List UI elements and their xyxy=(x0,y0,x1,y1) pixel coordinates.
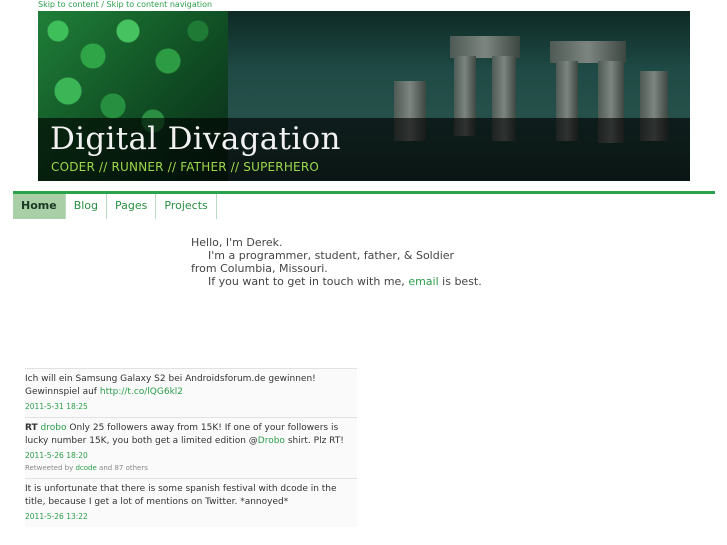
retweet-user-link[interactable]: dcode xyxy=(75,464,96,472)
main-nav: Home Blog Pages Projects xyxy=(13,194,217,219)
intro-text: Hello, I'm Derek. I'm a programmer, stud… xyxy=(191,236,482,288)
nav-item-pages[interactable]: Pages xyxy=(107,194,157,219)
skip-to-navigation-link[interactable]: Skip to content navigation xyxy=(107,0,213,9)
site-title[interactable]: Digital Divagation xyxy=(50,121,341,157)
tweet-body-end: shirt. Plz RT! xyxy=(284,436,344,446)
tweet-timestamp[interactable]: 2011-5-26 13:22 xyxy=(25,512,357,521)
tweet-item: RT drobo Only 25 followers away from 15K… xyxy=(25,417,357,478)
retweet-suffix: and 87 others xyxy=(99,464,148,472)
intro-contact-suffix: is best. xyxy=(442,275,482,288)
skip-to-content-link[interactable]: Skip to content xyxy=(38,0,99,9)
site-tagline: CODER // RUNNER // FATHER // SUPERHERO xyxy=(51,160,320,174)
header-banner[interactable]: Digital Divagation CODER // RUNNER // FA… xyxy=(38,11,690,181)
tweet-text: It is unfortunate that there is some spa… xyxy=(25,484,337,507)
skip-links: Skip to content / Skip to content naviga… xyxy=(38,0,212,9)
tweet-text: Ich will ein Samsung Galaxy S2 bei Andro… xyxy=(25,373,357,399)
retweet-marker: RT xyxy=(25,423,38,433)
intro-contact: If you want to get in touch with me, ema… xyxy=(191,275,482,288)
nav-item-projects[interactable]: Projects xyxy=(156,194,217,219)
retweet-prefix: Retweeted by xyxy=(25,464,74,472)
intro-greeting: Hello, I'm Derek. xyxy=(191,236,283,249)
intro-location: from Columbia, Missouri. xyxy=(191,262,328,275)
tweet-item: It is unfortunate that there is some spa… xyxy=(25,478,357,527)
retweet-info: Retweeted by dcode and 87 others xyxy=(25,464,357,472)
tweet-link[interactable]: http://t.co/lQG6kl2 xyxy=(100,387,183,397)
intro-contact-prefix: If you want to get in touch with me, xyxy=(208,275,405,288)
tweet-user-link[interactable]: drobo xyxy=(41,423,67,433)
nav-item-blog[interactable]: Blog xyxy=(66,194,108,219)
skip-separator: / xyxy=(98,0,107,9)
tweet-item: Ich will ein Samsung Galaxy S2 bei Andro… xyxy=(25,368,357,417)
email-link[interactable]: email xyxy=(408,275,438,288)
nav-item-home[interactable]: Home xyxy=(13,194,66,219)
intro-description: I'm a programmer, student, father, & Sol… xyxy=(208,249,455,262)
tweet-timestamp[interactable]: 2011-5-26 18:20 xyxy=(25,451,357,460)
tweet-text: RT drobo Only 25 followers away from 15K… xyxy=(25,422,357,448)
tweet-list: Ich will ein Samsung Galaxy S2 bei Andro… xyxy=(25,368,357,527)
tweet-mention-link[interactable]: Drobo xyxy=(258,436,285,446)
tweet-timestamp[interactable]: 2011-5-31 18:25 xyxy=(25,402,357,411)
